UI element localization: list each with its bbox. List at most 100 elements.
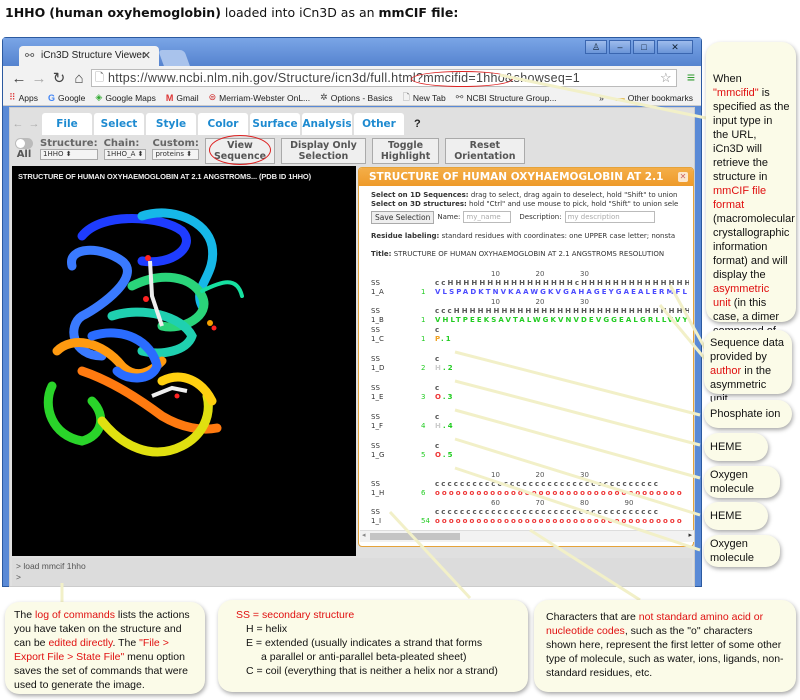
bookmark-apps[interactable]: ⠿ Apps xyxy=(9,92,38,103)
custom-select-group: Custom: proteins ⬍ xyxy=(152,138,199,160)
chain-label: 1_B xyxy=(371,316,384,324)
menu-surface[interactable]: Surface xyxy=(250,113,300,135)
bookmark-options[interactable]: ✲ Options - Basics xyxy=(320,92,392,103)
scrollbar-thumb[interactable] xyxy=(370,533,460,540)
sequence-row-1_H[interactable]: 10 20 30 SS cccccccccccccccccccccccccccccc… xyxy=(371,471,689,499)
callout-secondary-structure: SS = secondary structure H = helix E = e… xyxy=(218,600,528,692)
btn-line: Toggle xyxy=(388,140,424,151)
ligand-code[interactable]: H.4 xyxy=(435,422,455,431)
url-prefix: https://www.ncbi.nlm.nih.gov/Structure/i… xyxy=(108,71,371,85)
callout-highlight: log of commands xyxy=(35,609,115,621)
sequence-row-1_E[interactable]: SS c 1_E 3 O.3 xyxy=(371,384,689,412)
ss-string: ccHHHHHHHHHHHHHHHHcHHHHHHHHHHHHHHHHHH xyxy=(435,279,689,287)
reload-icon[interactable]: ↻ xyxy=(49,69,69,87)
redo-icon[interactable]: → xyxy=(26,118,42,130)
tab-title: iCn3D Structure Viewer xyxy=(41,50,146,61)
ss-string: cccHHHHHHHHHHHHHHHHHHHHHHHHHHHHHHHHHH xyxy=(435,307,689,315)
residue-string[interactable]: oooooooooooooooooooooooooooooooooooo xyxy=(435,489,684,498)
menu-select[interactable]: Select xyxy=(94,113,144,135)
bookmark-ncbi[interactable]: ⚯ NCBI Structure Group... xyxy=(456,92,557,103)
residue-string[interactable]: oooooooooooooooooooooooooooooooooooo xyxy=(435,517,684,526)
sequence-row-1_F[interactable]: SS c 1_F 4 H.4 xyxy=(371,413,689,441)
ss-label: SS xyxy=(371,508,380,516)
horizontal-scrollbar[interactable]: ◂ ▸ xyxy=(360,530,694,542)
ligand-index: .2 xyxy=(442,364,455,372)
more-bookmarks-button[interactable]: » xyxy=(599,93,604,103)
ligand-code[interactable]: O.5 xyxy=(435,451,455,460)
scroll-right-icon[interactable]: ▸ xyxy=(688,531,692,539)
forward-icon[interactable]: → xyxy=(29,70,49,87)
residue-string[interactable]: VHLTPEEKSAVTALWGKVNVDEVGGEALGRLLVVYPWT xyxy=(435,316,689,325)
home-icon[interactable]: ⌂ xyxy=(69,70,89,87)
custom-value: proteins xyxy=(155,150,184,158)
ligand-index: .1 xyxy=(440,335,453,343)
ligand-code[interactable]: H.2 xyxy=(435,364,455,373)
callout-highlight: "mmcifid" xyxy=(713,87,759,99)
new-tab-button[interactable] xyxy=(158,50,190,66)
sequence-row-1_C[interactable]: SS c 1_C 1 P.1 xyxy=(371,326,689,354)
name-input[interactable]: my_name xyxy=(463,211,512,223)
all-toggle[interactable] xyxy=(15,138,33,149)
menu-analysis[interactable]: Analysis xyxy=(302,113,352,135)
bookmark-gmail[interactable]: M Gmail xyxy=(166,93,199,103)
chain-label: Chain: xyxy=(103,138,140,149)
scroll-left-icon[interactable]: ◂ xyxy=(362,531,366,539)
menu-color[interactable]: Color xyxy=(198,113,248,135)
reset-orientation-button[interactable]: Reset Orientation xyxy=(445,138,525,164)
ligand-letter: O xyxy=(435,393,443,401)
browser-tab[interactable]: ⚯ iCn3D Structure Viewer ✕ xyxy=(19,46,159,66)
save-selection-button[interactable]: Save Selection xyxy=(371,210,435,224)
instruction-text: drag to select, drag again to deselect, … xyxy=(468,191,678,199)
bookmark-label: New Tab xyxy=(412,92,446,103)
sequence-row-1_A[interactable]: 10 20 30 SS ccHHHHHHHHHHHHHHHHcHHHHHHHHHHH… xyxy=(371,270,689,298)
menu-style[interactable]: Style xyxy=(146,113,196,135)
dialog-header[interactable]: STRUCTURE OF HUMAN OXYHAEMOGLOBIN AT 2.1… xyxy=(359,168,693,201)
other-bookmarks[interactable]: ▬ Other bookmarks xyxy=(616,93,693,103)
sequence-row-1_D[interactable]: SS c 1_D 2 H.2 xyxy=(371,355,689,383)
structure-select-group: Structure: 1HHO ⬍ xyxy=(40,138,98,160)
user-icon[interactable]: ♙ xyxy=(585,40,607,54)
toggle-highlight-button[interactable]: Toggle Highlight xyxy=(371,138,440,164)
ncbi-icon: ⚯ xyxy=(455,92,464,102)
chain-select[interactable]: 1HHO_A ⬍ xyxy=(103,149,147,160)
command-log[interactable]: > load mmcif 1hho > xyxy=(12,558,692,586)
bookmark-google[interactable]: G Google xyxy=(48,93,85,103)
ligand-code[interactable]: O.3 xyxy=(435,393,455,402)
bookmark-star-icon[interactable]: ☆ xyxy=(660,70,672,86)
custom-select[interactable]: proteins ⬍ xyxy=(152,149,199,160)
sequence-row-1_B[interactable]: 10 20 30 SS cccHHHHHHHHHHHHHHHHHHHHHHHHHHH… xyxy=(371,298,689,326)
bookmark-merriam-webster[interactable]: ⊜ Merriam-Webster OnL... xyxy=(209,92,311,103)
description-input[interactable]: my description xyxy=(564,211,655,223)
apps-icon: ⠿ xyxy=(9,92,16,102)
ss-string: c xyxy=(435,442,442,450)
structure-label: Structure: xyxy=(40,138,98,149)
google-icon: G xyxy=(47,92,55,103)
start-number: 3 xyxy=(421,393,426,401)
dialog-close-icon[interactable]: ✕ xyxy=(678,172,688,182)
structure-select[interactable]: 1HHO ⬍ xyxy=(40,149,98,160)
close-window-button[interactable]: ✕ xyxy=(657,40,693,54)
minimize-button[interactable]: – xyxy=(609,40,631,54)
window-controls: ♙ – □ ✕ xyxy=(585,40,693,54)
ligand-code[interactable]: P.1 xyxy=(435,335,453,344)
sequence-row-1_I[interactable]: 60 70 80 90 SS ccccccccccccccccccccccccccc… xyxy=(371,499,689,527)
sequence-row-1_G[interactable]: SS c 1_G 5 O.5 xyxy=(371,442,689,470)
structure-canvas[interactable]: STRUCTURE OF HUMAN OXYHAEMOGLOBIN AT 2.1… xyxy=(12,166,356,556)
close-tab-icon[interactable]: ✕ xyxy=(142,46,151,66)
display-only-selection-button[interactable]: Display Only Selection xyxy=(281,138,366,164)
bookmark-google-maps[interactable]: ◈ Google Maps xyxy=(95,92,155,103)
bookmark-new-tab[interactable]: 🗋 New Tab xyxy=(403,90,446,106)
sequence-area[interactable]: 10 20 30 SS ccHHHHHHHHHHHHHHHHcHHHHHHHHHHH… xyxy=(371,270,689,528)
help-button[interactable]: ? xyxy=(414,118,421,130)
residue-string[interactable]: VLSPADKTNVKAAWGKVGAHAGEYGAEALERMFLSFPT xyxy=(435,288,689,297)
page-icon: 🗋 xyxy=(95,72,105,84)
undo-icon[interactable]: ← xyxy=(10,118,26,130)
address-bar[interactable]: 🗋 https://www.ncbi.nlm.nih.gov/Structure… xyxy=(91,69,677,87)
menu-other[interactable]: Other xyxy=(354,113,404,135)
maximize-button[interactable]: □ xyxy=(633,40,655,54)
instruction-1d: Select on 1D Sequences: drag to select, … xyxy=(371,191,689,200)
callout-text: a parallel or anti-parallel beta-pleated… xyxy=(261,651,467,663)
browser-menu-icon[interactable]: ≡ xyxy=(687,69,695,85)
back-icon[interactable]: ← xyxy=(9,70,29,87)
menu-file[interactable]: File xyxy=(42,113,92,135)
